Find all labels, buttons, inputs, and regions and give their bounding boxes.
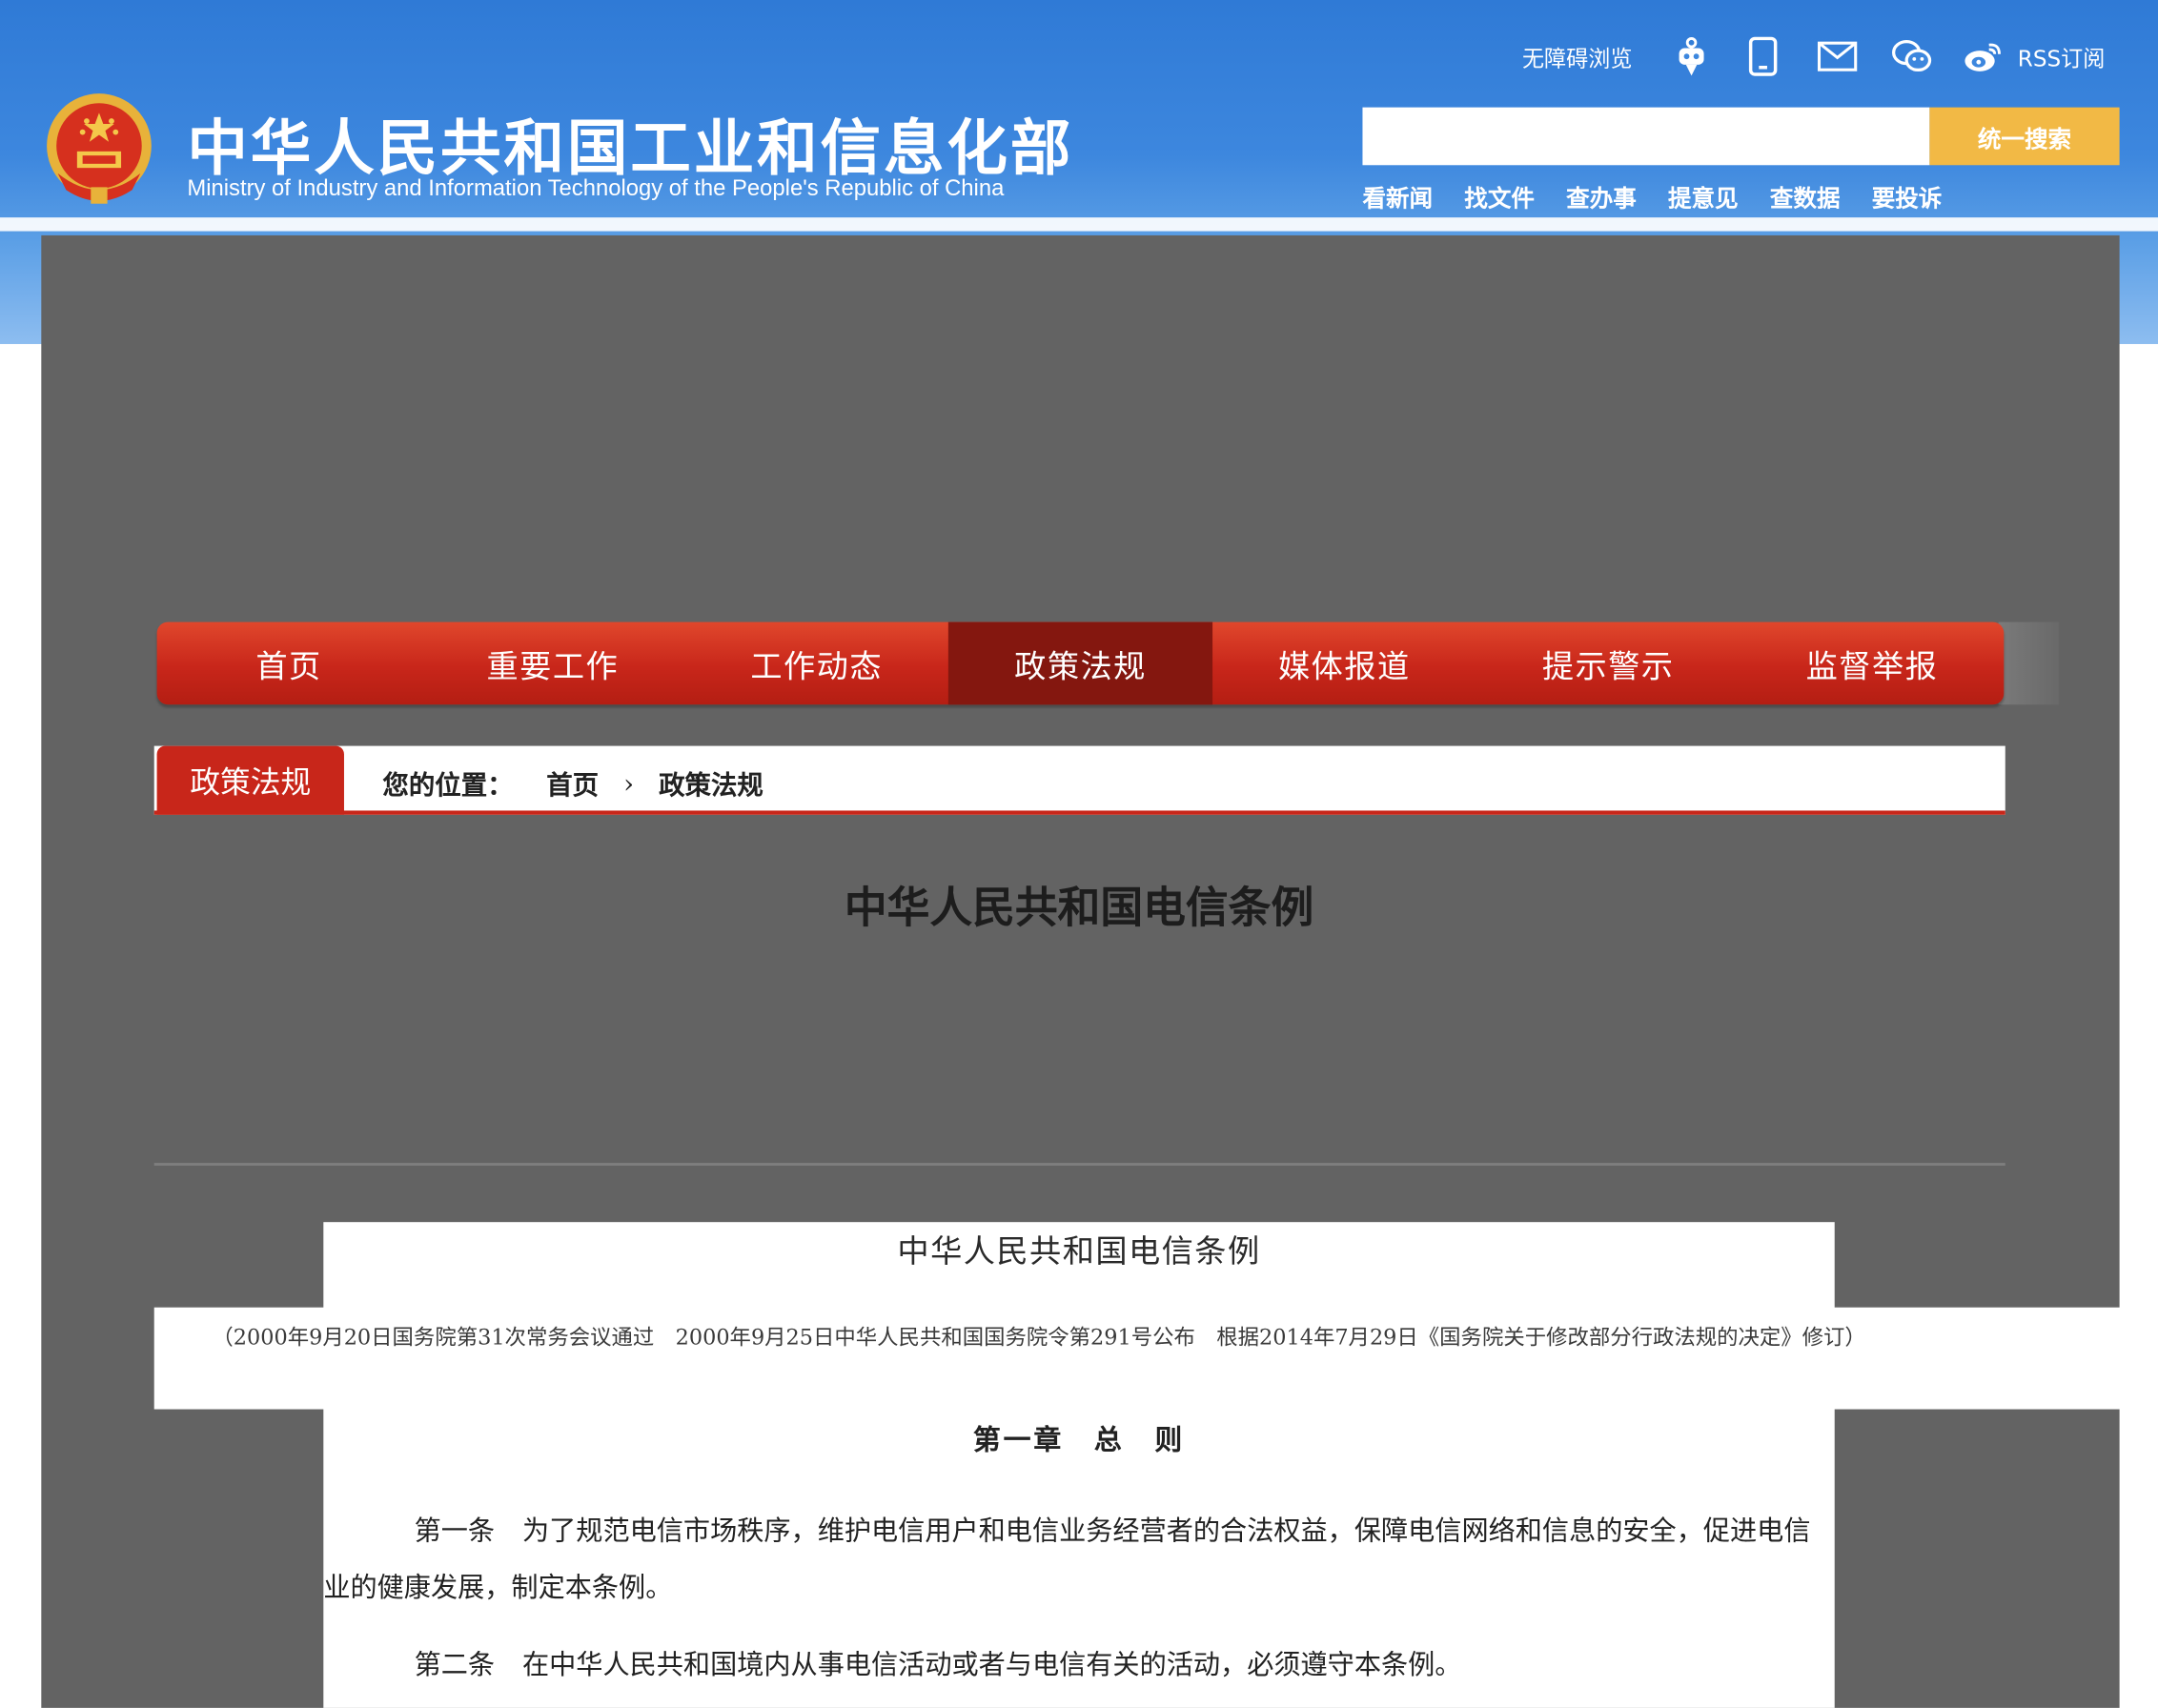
article-2-label: 第二条: [414, 1648, 496, 1681]
accessibility-link[interactable]: 无障碍浏览: [1522, 40, 1633, 73]
nav-item-work-news[interactable]: 工作动态: [684, 622, 948, 705]
article-paragraph-2: 第二条 在中华人民共和国境内从事电信活动或者与电信有关的活动，必须遵守本条例。: [323, 1646, 1834, 1684]
main-nav: 首页 重要工作 工作动态 政策法规 媒体报道 提示警示 监督举报: [156, 621, 2005, 705]
quick-link-complaints[interactable]: 要投诉: [1872, 179, 1943, 214]
search-button[interactable]: 统一搜索: [1929, 107, 2120, 166]
rss-link[interactable]: RSS订阅: [2018, 40, 2106, 73]
quick-link-documents[interactable]: 找文件: [1464, 179, 1535, 214]
breadcrumb-separator-icon: ›: [623, 768, 635, 800]
nav-shadow: [1998, 621, 2060, 705]
search-input[interactable]: [1362, 107, 1930, 166]
breadcrumb-label: 您的位置：: [382, 770, 514, 802]
page-canvas: { "header": { "title": "中华人民共和国工业和信息化部",…: [0, 0, 2158, 1708]
title-divider: [153, 1163, 2005, 1166]
chapter-heading: 第一章 总 则: [972, 1422, 1186, 1456]
breadcrumb: 您的位置： 首页 › 政策法规: [382, 765, 763, 803]
mobile-icon[interactable]: [1742, 36, 1783, 77]
article-1-label: 第一条: [414, 1515, 496, 1547]
document-body: [323, 1222, 1835, 1708]
nav-item-home[interactable]: 首页: [157, 622, 421, 705]
nav-item-media[interactable]: 媒体报道: [1212, 622, 1476, 705]
article-title: 中华人民共和国电信条例: [844, 883, 1314, 933]
article-paragraph-1: 第一条 为了规范电信市场秩序，维护电信用户和电信业务经营者的合法权益，保障电信网络…: [323, 1503, 1834, 1616]
site-title: 中华人民共和国工业和信息化部: [187, 113, 1074, 185]
site-subtitle: Ministry of Industry and Information Tec…: [187, 175, 1005, 201]
article-1-text: 为了规范电信市场秩序，维护电信用户和电信业务经营者的合法权益，保障电信网络和信息…: [323, 1515, 1811, 1604]
robot-icon[interactable]: [1671, 36, 1712, 77]
quick-link-services[interactable]: 查办事: [1566, 179, 1637, 214]
page-stage: { "header": { "title": "中华人民共和国工业和信息化部",…: [0, 0, 2158, 1708]
quick-link-news[interactable]: 看新闻: [1362, 179, 1433, 214]
weibo-icon[interactable]: [1963, 36, 2004, 77]
nav-item-key-work[interactable]: 重要工作: [420, 622, 684, 705]
quick-link-suggestions[interactable]: 提意见: [1668, 179, 1739, 214]
section-tab: 政策法规: [156, 745, 344, 815]
breadcrumb-current[interactable]: 政策法规: [659, 765, 763, 803]
document-title: 中华人民共和国电信条例: [897, 1234, 1261, 1271]
wechat-icon[interactable]: [1891, 36, 1932, 77]
article-2-text: 在中华人民共和国境内从事电信活动或者与电信有关的活动，必须遵守本条例。: [521, 1648, 1462, 1681]
quick-links: 看新闻 找文件 查办事 提意见 查数据 要投诉: [1362, 179, 1942, 214]
mail-icon[interactable]: [1817, 36, 1858, 77]
history-note: （2000年9月20日国务院第31次常务会议通过 2000年9月25日中华人民共…: [212, 1325, 1866, 1351]
nav-item-report[interactable]: 监督举报: [1741, 622, 2005, 705]
quick-link-data[interactable]: 查数据: [1770, 179, 1841, 214]
nav-item-policies[interactable]: 政策法规: [948, 621, 1212, 705]
breadcrumb-home-link[interactable]: 首页: [546, 765, 599, 803]
nav-item-warnings[interactable]: 提示警示: [1476, 622, 1741, 705]
national-emblem-icon: [47, 93, 152, 204]
top-utility-links: 无障碍浏览 RSS订阅: [1522, 33, 2105, 80]
